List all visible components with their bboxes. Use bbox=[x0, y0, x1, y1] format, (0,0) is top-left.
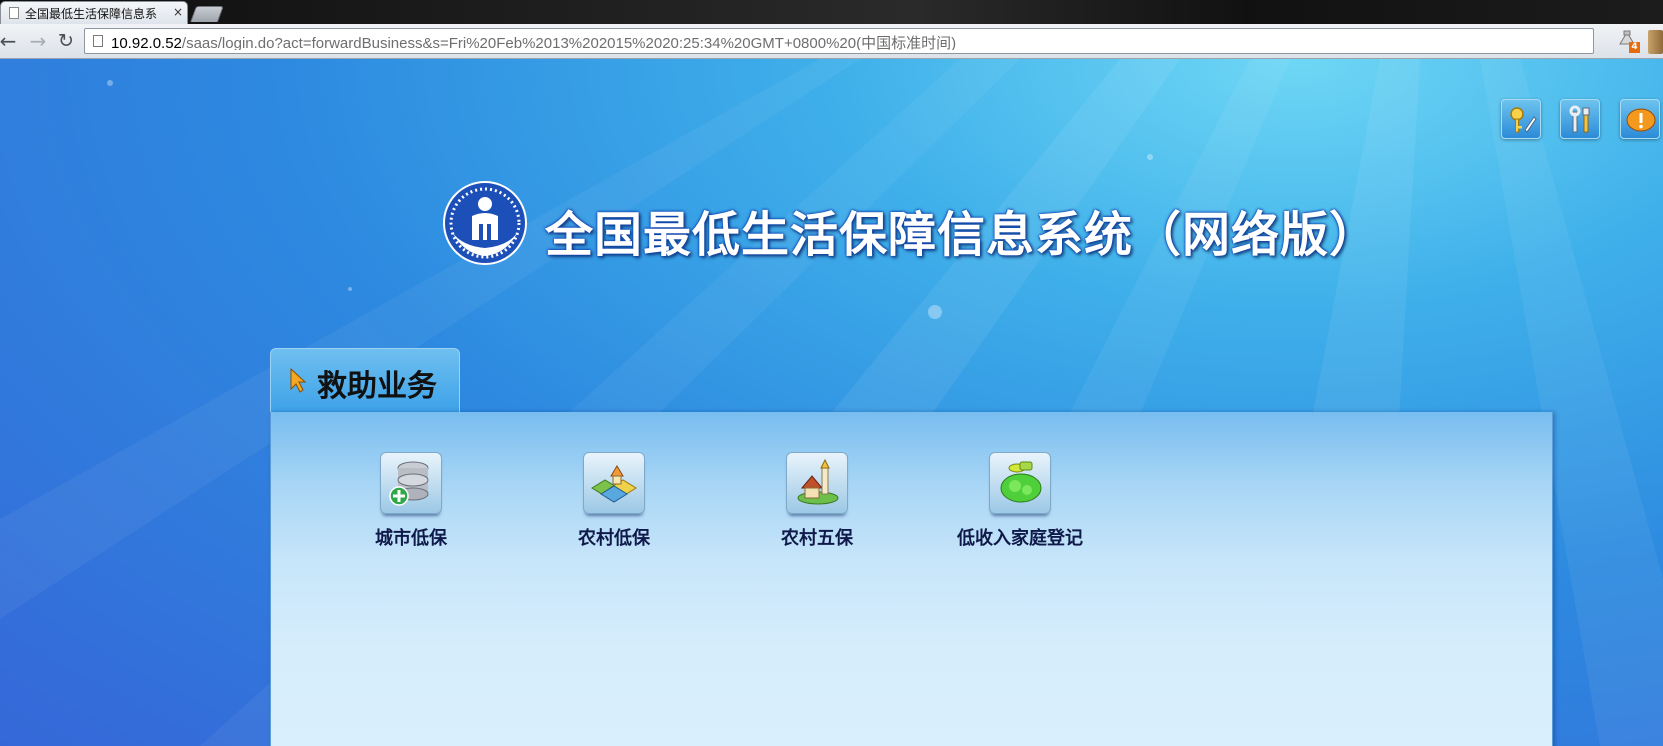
address-bar[interactable]: 10.92.0.52/saas/login.do?act=forwardBusi… bbox=[84, 28, 1663, 54]
rural-map-icon bbox=[591, 465, 637, 503]
forward-button[interactable]: → bbox=[26, 29, 50, 53]
module-icon-box bbox=[380, 452, 442, 514]
tools-button[interactable] bbox=[1560, 99, 1600, 139]
module-icon-box bbox=[583, 452, 645, 514]
system-title: 全国最低生活保障信息系统（网络版） bbox=[545, 207, 1379, 263]
tab-label: 救助业务 bbox=[317, 369, 437, 404]
business-panel: 城市低保 农村低保 农村五保 低收入家庭登记 bbox=[270, 412, 1553, 746]
module-rural-five-guarantees[interactable]: 农村五保 bbox=[742, 452, 892, 552]
module-low-income-family-registration[interactable]: 低收入家庭登记 bbox=[945, 452, 1095, 552]
reload-button[interactable]: ↻ bbox=[54, 29, 78, 53]
url-host: 10.92.0.52 bbox=[111, 35, 182, 50]
key-edit-button[interactable] bbox=[1501, 99, 1541, 139]
cursor-arrow-icon bbox=[290, 367, 307, 393]
top-tools bbox=[0, 99, 1663, 139]
family-registration-icon bbox=[1000, 461, 1042, 503]
tools-icon bbox=[1569, 105, 1590, 133]
database-add-icon bbox=[389, 461, 429, 506]
url-path: /saas/login.do?act=forwardBusiness&s=Fri… bbox=[181, 35, 957, 50]
browser-toolbar: ← → ↻ 10.92.0.52/saas/login.do?act=forwa… bbox=[0, 24, 1663, 59]
browser-menu-icon[interactable] bbox=[1648, 30, 1663, 54]
extension-badge: 4 bbox=[1629, 42, 1640, 53]
new-tab-button[interactable] bbox=[190, 6, 224, 22]
page-background: 全国最低生活保障信息系统（网络版） 救助业务 城市低保 农村低保 农村五保 低收… bbox=[0, 59, 1663, 746]
info-button[interactable] bbox=[1620, 99, 1660, 139]
tab-close-button[interactable]: × bbox=[171, 5, 185, 21]
tab-rescue-business[interactable]: 救助业务 bbox=[270, 348, 460, 412]
page-icon bbox=[93, 35, 103, 47]
browser-tab-strip: 全国最低生活保障信息系 × bbox=[0, 0, 1663, 24]
module-urban-minimum-living[interactable]: 城市低保 bbox=[336, 452, 486, 552]
module-label: 农村五保 bbox=[781, 528, 853, 549]
village-icon bbox=[797, 458, 839, 505]
module-label: 城市低保 bbox=[375, 528, 447, 549]
url-text[interactable]: 10.92.0.52/saas/login.do?act=forwardBusi… bbox=[111, 32, 1551, 50]
tab-title: 全国最低生活保障信息系 bbox=[25, 7, 158, 21]
page-icon bbox=[9, 7, 19, 19]
module-label: 农村低保 bbox=[578, 528, 650, 549]
extension-icon[interactable]: 4 bbox=[1617, 30, 1640, 54]
module-rural-minimum-living[interactable]: 农村低保 bbox=[539, 452, 689, 552]
module-label: 低收入家庭登记 bbox=[957, 528, 1083, 549]
info-icon bbox=[1626, 108, 1656, 132]
key-edit-icon bbox=[1510, 107, 1537, 133]
logo-emblem bbox=[442, 180, 528, 266]
back-button[interactable]: ← bbox=[0, 29, 20, 53]
module-icon-box bbox=[786, 452, 848, 514]
module-icon-box bbox=[989, 452, 1051, 514]
browser-tab[interactable]: 全国最低生活保障信息系 × bbox=[0, 1, 188, 24]
